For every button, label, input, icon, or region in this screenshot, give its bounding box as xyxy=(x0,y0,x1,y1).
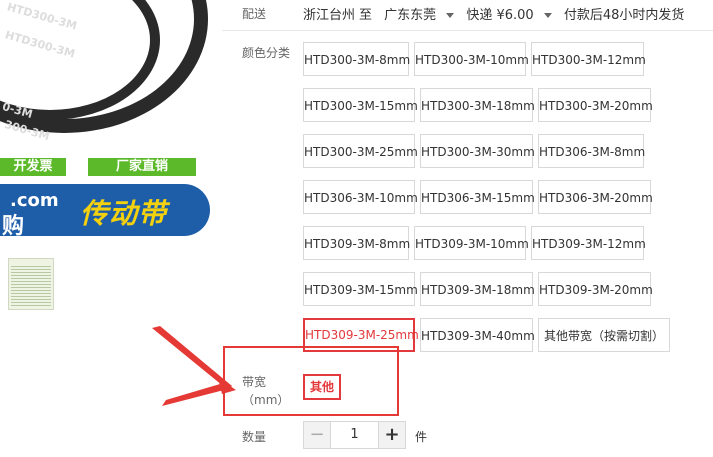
annotation-arrow xyxy=(162,384,224,406)
annotation-arrows xyxy=(152,326,236,406)
annotation-arrowhead xyxy=(218,378,236,394)
